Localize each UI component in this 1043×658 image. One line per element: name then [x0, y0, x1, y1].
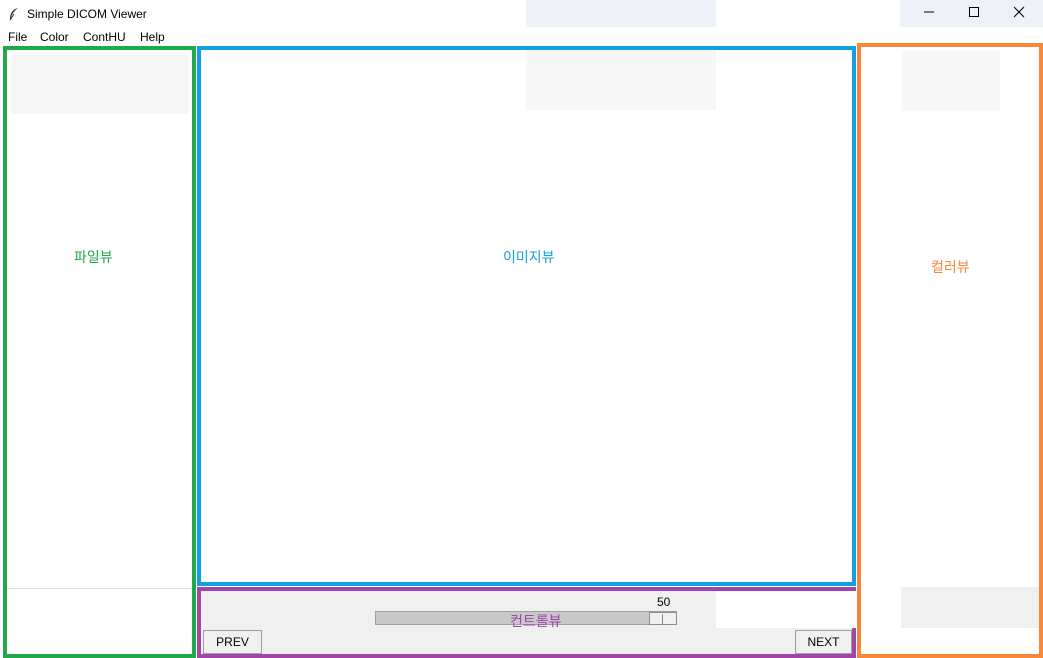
- close-button[interactable]: [996, 0, 1042, 27]
- image-view-overlay: [526, 50, 716, 110]
- slider-value: 50: [657, 595, 671, 609]
- color-view-panel: 컬러뷰: [857, 43, 1043, 658]
- control-view-panel: 50 컨트롤뷰 PREV NEXT: [197, 587, 856, 658]
- slider-thumb[interactable]: [649, 612, 677, 625]
- file-view-panel: 파일뷰: [3, 46, 196, 658]
- minimize-button[interactable]: [906, 0, 952, 27]
- file-view-divider: [7, 588, 192, 589]
- next-button[interactable]: NEXT: [795, 630, 852, 654]
- color-view-overlay: [902, 51, 1000, 111]
- maximize-icon: [968, 6, 980, 21]
- window-title: Simple DICOM Viewer: [27, 7, 147, 21]
- prev-button[interactable]: PREV: [203, 630, 262, 654]
- color-view-footer: [901, 587, 1039, 628]
- close-icon: [1013, 6, 1025, 21]
- feather-icon: [8, 7, 20, 21]
- control-view-overlay: [716, 591, 856, 628]
- control-view-label: 컨트롤뷰: [510, 613, 562, 629]
- file-view-label: 파일뷰: [74, 249, 113, 265]
- menu-color[interactable]: Color: [40, 30, 69, 44]
- maximize-button[interactable]: [951, 0, 997, 27]
- minimize-icon: [923, 6, 935, 21]
- menu-conthu[interactable]: ContHU: [83, 30, 126, 44]
- color-view-label: 컬러뷰: [931, 259, 970, 275]
- image-view-label: 이미지뷰: [503, 249, 555, 265]
- file-view-overlay: [11, 54, 189, 114]
- menu-file[interactable]: File: [8, 30, 27, 44]
- menu-help[interactable]: Help: [140, 30, 165, 44]
- image-view-panel: 이미지뷰: [197, 46, 856, 586]
- title-bar: Simple DICOM Viewer: [0, 0, 1043, 28]
- title-bar-overlay: [526, 0, 716, 27]
